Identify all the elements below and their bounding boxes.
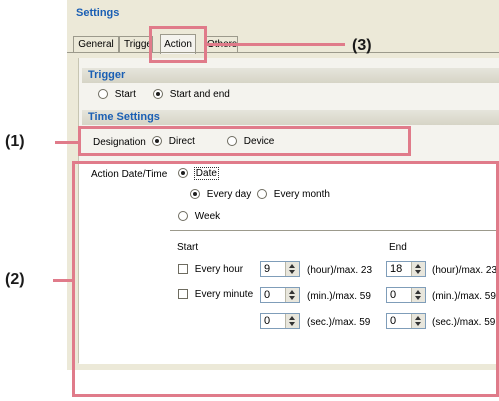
trigger-start-end-label: Start and end bbox=[169, 89, 230, 100]
callout-1-line bbox=[55, 141, 78, 144]
tabstrip-divider bbox=[67, 52, 499, 53]
callout-3-box bbox=[149, 26, 207, 63]
callout-2-box bbox=[72, 161, 499, 397]
callout-1-box bbox=[78, 126, 411, 156]
callout-1-label: (1) bbox=[5, 133, 25, 150]
window-title: Settings bbox=[76, 7, 120, 19]
trigger-heading: Trigger bbox=[82, 68, 499, 83]
trigger-start-option[interactable]: Start bbox=[98, 89, 136, 100]
trigger-start-label: Start bbox=[114, 89, 136, 100]
tab-trigger[interactable]: Trigger bbox=[119, 36, 153, 53]
callout-2-line bbox=[53, 279, 72, 282]
callout-2-label: (2) bbox=[5, 271, 25, 288]
tab-general[interactable]: General bbox=[73, 36, 119, 53]
tab-general-label: General bbox=[78, 39, 114, 50]
trigger-start-radio[interactable] bbox=[98, 89, 108, 100]
callout-3-label: (3) bbox=[352, 37, 372, 54]
callout-3-line bbox=[207, 43, 345, 46]
tab-trigger-label: Trigger bbox=[124, 39, 153, 50]
time-settings-heading: Time Settings bbox=[82, 110, 499, 125]
trigger-start-end-radio[interactable] bbox=[153, 89, 163, 100]
trigger-start-end-option[interactable]: Start and end bbox=[153, 89, 230, 100]
